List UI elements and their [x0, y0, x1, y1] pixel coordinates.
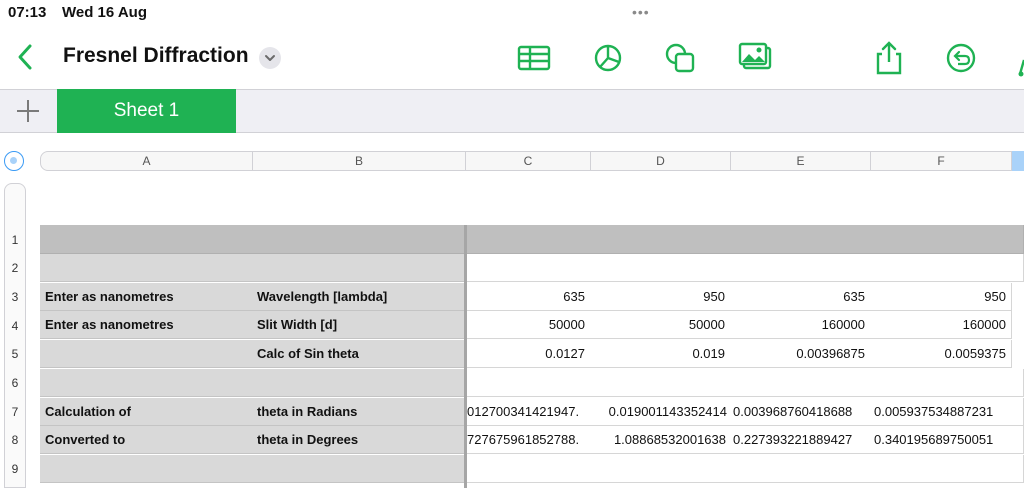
row-number[interactable]: 2 — [4, 261, 26, 275]
cell-c4[interactable]: 50000 — [465, 311, 591, 339]
cell-d7[interactable]: 0.019001143352414 — [590, 398, 731, 426]
cell-f1[interactable] — [870, 225, 1024, 254]
document-title[interactable]: Fresnel Diffraction — [63, 44, 249, 68]
media-icon[interactable] — [738, 40, 774, 76]
share-icon[interactable] — [871, 40, 907, 76]
cell-f3[interactable]: 950 — [870, 283, 1012, 311]
shape-icon[interactable] — [662, 40, 698, 76]
row-number[interactable]: 5 — [4, 347, 26, 361]
cell-f8[interactable]: 0.340195689750051 — [870, 426, 1024, 454]
header-column-divider — [464, 225, 467, 488]
column-header-e[interactable]: E — [730, 151, 871, 171]
column-header-c[interactable]: C — [465, 151, 591, 171]
column-header-a[interactable]: A — [40, 151, 253, 171]
add-sheet-icon[interactable] — [14, 97, 42, 125]
cell-e7[interactable]: 0.003968760418688 — [730, 398, 871, 426]
chart-icon[interactable] — [590, 40, 626, 76]
cell-c2[interactable] — [465, 254, 591, 282]
cell-b4[interactable]: Slit Width [d] — [252, 311, 466, 339]
multitask-dots[interactable]: ••• — [632, 4, 650, 20]
cell-d3[interactable]: 950 — [590, 283, 731, 311]
cell-e9[interactable] — [730, 455, 871, 483]
column-selection-marker[interactable] — [1012, 151, 1024, 171]
cell-f6[interactable] — [870, 369, 1024, 397]
cell-f9[interactable] — [870, 455, 1024, 483]
cell-d5[interactable]: 0.019 — [590, 340, 731, 368]
cell-d9[interactable] — [590, 455, 731, 483]
back-chevron-icon[interactable] — [12, 40, 40, 74]
cell-e4[interactable]: 160000 — [730, 311, 871, 339]
status-time: 07:13 — [8, 4, 47, 21]
cell-a8[interactable]: Converted to — [40, 426, 253, 454]
cell-b9[interactable] — [252, 455, 466, 483]
cell-c8[interactable]: .727675961852788 — [465, 426, 591, 454]
cell-b1[interactable] — [252, 225, 466, 254]
cell-a9[interactable] — [40, 455, 253, 483]
table-icon[interactable] — [516, 40, 552, 76]
cell-f7[interactable]: 0.005937534887231 — [870, 398, 1024, 426]
cell-d8[interactable]: 1.08868532001638 — [590, 426, 731, 454]
row-number[interactable]: 3 — [4, 290, 26, 304]
cell-d4[interactable]: 50000 — [590, 311, 731, 339]
cell-e5[interactable]: 0.00396875 — [730, 340, 871, 368]
cell-e6[interactable] — [730, 369, 871, 397]
cell-b5[interactable]: Calc of Sin theta — [252, 340, 466, 368]
cell-a6[interactable] — [40, 369, 253, 397]
cell-e8[interactable]: 0.227393221889427 — [730, 426, 871, 454]
cell-a3[interactable]: Enter as nanometres — [40, 283, 253, 311]
cell-e3[interactable]: 635 — [730, 283, 871, 311]
row-number[interactable]: 8 — [4, 433, 26, 447]
row-number[interactable]: 4 — [4, 319, 26, 333]
cell-c3[interactable]: 635 — [465, 283, 591, 311]
cell-a7[interactable]: Calculation of — [40, 398, 253, 426]
row-number[interactable]: 7 — [4, 405, 26, 419]
cell-c9[interactable] — [465, 455, 591, 483]
cell-d2[interactable] — [590, 254, 731, 282]
cell-a4[interactable]: Enter as nanometres — [40, 311, 253, 339]
row-number[interactable]: 9 — [4, 462, 26, 476]
cell-c6[interactable] — [465, 369, 591, 397]
cell-b3[interactable]: Wavelength [lambda] — [252, 283, 466, 311]
cell-c1[interactable] — [465, 225, 591, 254]
format-brush-icon[interactable] — [1014, 58, 1024, 78]
cell-b6[interactable] — [252, 369, 466, 397]
undo-icon[interactable] — [943, 40, 979, 76]
cell-e2[interactable] — [730, 254, 871, 282]
column-header-f[interactable]: F — [870, 151, 1012, 171]
cell-f2[interactable] — [870, 254, 1024, 282]
cell-a1[interactable] — [40, 225, 253, 254]
cell-e1[interactable] — [730, 225, 871, 254]
column-header-b[interactable]: B — [252, 151, 466, 171]
row-number[interactable]: 6 — [4, 376, 26, 390]
cell-f4[interactable]: 160000 — [870, 311, 1012, 339]
row-number[interactable]: 1 — [4, 233, 26, 247]
column-header-d[interactable]: D — [590, 151, 731, 171]
tab-sheet-1[interactable]: Sheet 1 — [57, 89, 236, 133]
cell-f5[interactable]: 0.0059375 — [870, 340, 1012, 368]
title-menu-chevron-icon[interactable] — [259, 47, 281, 69]
cell-a2[interactable] — [40, 254, 253, 282]
cell-b2[interactable] — [252, 254, 466, 282]
cell-d1[interactable] — [590, 225, 731, 254]
cell-b7[interactable]: theta in Radians — [252, 398, 466, 426]
cell-c7[interactable]: .012700341421947 — [465, 398, 591, 426]
cell-d6[interactable] — [590, 369, 731, 397]
status-date: Wed 16 Aug — [62, 4, 148, 21]
select-all-icon[interactable] — [4, 151, 24, 171]
cell-a5[interactable] — [40, 340, 253, 368]
cell-b8[interactable]: theta in Degrees — [252, 426, 466, 454]
cell-c5[interactable]: 0.0127 — [465, 340, 591, 368]
